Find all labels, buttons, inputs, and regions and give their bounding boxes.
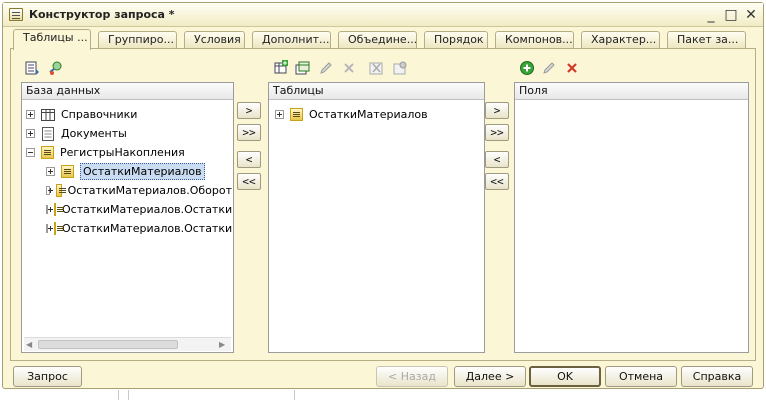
scroll-left-icon[interactable]: ◀ [26,340,34,349]
tree-item-label: ОстаткиМатериалов.Остатки [62,203,232,216]
delete-field-icon[interactable] [564,60,580,76]
fields-panel-header: Поля [515,83,748,100]
tree-item-materials-balances-turnovers[interactable]: ОстаткиМатериалов.Остатки [26,219,232,238]
tree-item-label: Справочники [61,108,138,121]
database-tree[interactable]: Справочники Документы РегистрыНакопления [26,105,232,238]
tables-tab-panel: База данных Справочники Документы Регист… [10,48,756,361]
tree-item-catalogs[interactable]: Справочники [26,105,232,124]
expand-icon[interactable] [275,110,284,119]
database-panel-header: База данных [22,83,233,100]
edit-table-icon[interactable] [318,60,334,76]
add-field-button[interactable]: > [485,102,509,119]
ok-button[interactable]: OK [529,366,601,387]
expand-icon[interactable] [26,129,35,138]
document-icon [41,126,55,141]
add-table-button[interactable]: > [237,102,261,119]
background-divider [128,390,129,400]
scroll-thumb[interactable] [38,340,178,349]
query-button[interactable]: Запрос [13,366,82,387]
tab-query-batch[interactable]: Пакет за... [667,31,746,49]
delete-table-icon[interactable] [341,60,357,76]
close-button[interactable]: ✕ [743,7,759,23]
tab-tables[interactable]: Таблицы ... [13,29,91,50]
cut-table-icon[interactable] [369,60,385,76]
add-field-icon[interactable] [519,60,535,76]
scroll-right-icon[interactable]: ▶ [219,340,227,349]
tree-item-materials-turnovers[interactable]: ОстаткиМатериалов.Оборот [26,181,232,200]
find-icon[interactable] [48,60,64,76]
edit-field-icon[interactable] [541,60,557,76]
fields-panel: Поля [514,82,749,353]
tree-item-label: РегистрыНакопления [60,146,185,159]
tree-item-label: ОстаткиМатериалов.Остатки [62,222,232,235]
window-title: Конструктор запроса * [29,8,175,21]
tree-item-accumulation-registers[interactable]: РегистрыНакопления [26,143,232,162]
tree-item-materials-balance[interactable]: ОстаткиМатериалов [26,162,232,181]
background-divider [118,390,119,400]
add-nested-table-icon[interactable] [295,60,311,76]
tab-order[interactable]: Порядок [424,31,488,49]
add-table-icon[interactable] [273,60,289,76]
tab-grouping[interactable]: Группиро... [98,31,177,49]
window-icon [9,8,23,21]
next-button[interactable]: Далее > [454,366,526,387]
add-all-fields-button[interactable]: >> [485,124,509,141]
register-icon [54,222,64,235]
cancel-button[interactable]: Отмена [605,366,677,387]
fields-list[interactable] [519,105,744,345]
background-divider [294,390,295,400]
maximize-button[interactable]: □ [723,7,739,23]
register-icon [54,203,64,216]
back-button[interactable]: < Назад [376,366,448,387]
tab-conditions[interactable]: Условия [184,31,245,49]
desktop-background [0,390,766,400]
tree-item-label: ОстаткиМатериалов [80,163,205,180]
catalog-icon [41,108,55,122]
expand-icon[interactable] [46,224,53,233]
database-horizontal-scrollbar[interactable]: ◀ ▶ [24,337,231,351]
table-options-icon[interactable] [392,60,408,76]
tab-additional[interactable]: Дополнит... [252,31,331,49]
tree-item-label: Документы [61,127,127,140]
register-icon [61,165,74,178]
remove-all-fields-button[interactable]: << [485,173,509,190]
table-item-materials-balance[interactable]: ОстаткиМатериалов [275,105,481,124]
minimize-button[interactable]: _ [703,7,719,23]
expand-icon[interactable] [46,167,55,176]
tree-item-label: ОстаткиМатериалов.Оборот [67,184,232,197]
tables-panel-header: Таблицы [269,83,484,100]
add-all-tables-button[interactable]: >> [237,124,261,141]
register-icon [56,184,68,197]
remove-field-button[interactable]: < [485,151,509,168]
title-bar[interactable]: Конструктор запроса * _ □ ✕ [3,3,763,27]
tables-panel: Таблицы ОстаткиМатериалов [268,82,485,353]
accumulation-register-icon [41,146,54,159]
tab-characteristics[interactable]: Характер... [581,31,660,49]
collapse-icon[interactable] [26,148,35,157]
register-icon [290,108,303,121]
database-panel: База данных Справочники Документы Регист… [21,82,234,353]
tree-item-documents[interactable]: Документы [26,124,232,143]
help-button[interactable]: Справка [681,366,753,387]
remove-table-button[interactable]: < [237,151,261,168]
remove-all-tables-button[interactable]: << [237,173,261,190]
tables-list[interactable]: ОстаткиМатериалов [275,105,481,124]
tree-item-materials-balances[interactable]: ОстаткиМатериалов.Остатки [26,200,232,219]
list-mode-icon[interactable] [24,60,40,76]
table-item-label: ОстаткиМатериалов [309,108,428,121]
tab-union[interactable]: Объедине... [338,31,417,49]
expand-icon[interactable] [26,110,35,119]
tab-composition[interactable]: Компонов... [495,31,574,49]
expand-icon[interactable] [46,205,53,214]
query-builder-window: Конструктор запроса * _ □ ✕ Таблицы ... … [2,2,764,389]
expand-icon[interactable] [46,186,54,195]
